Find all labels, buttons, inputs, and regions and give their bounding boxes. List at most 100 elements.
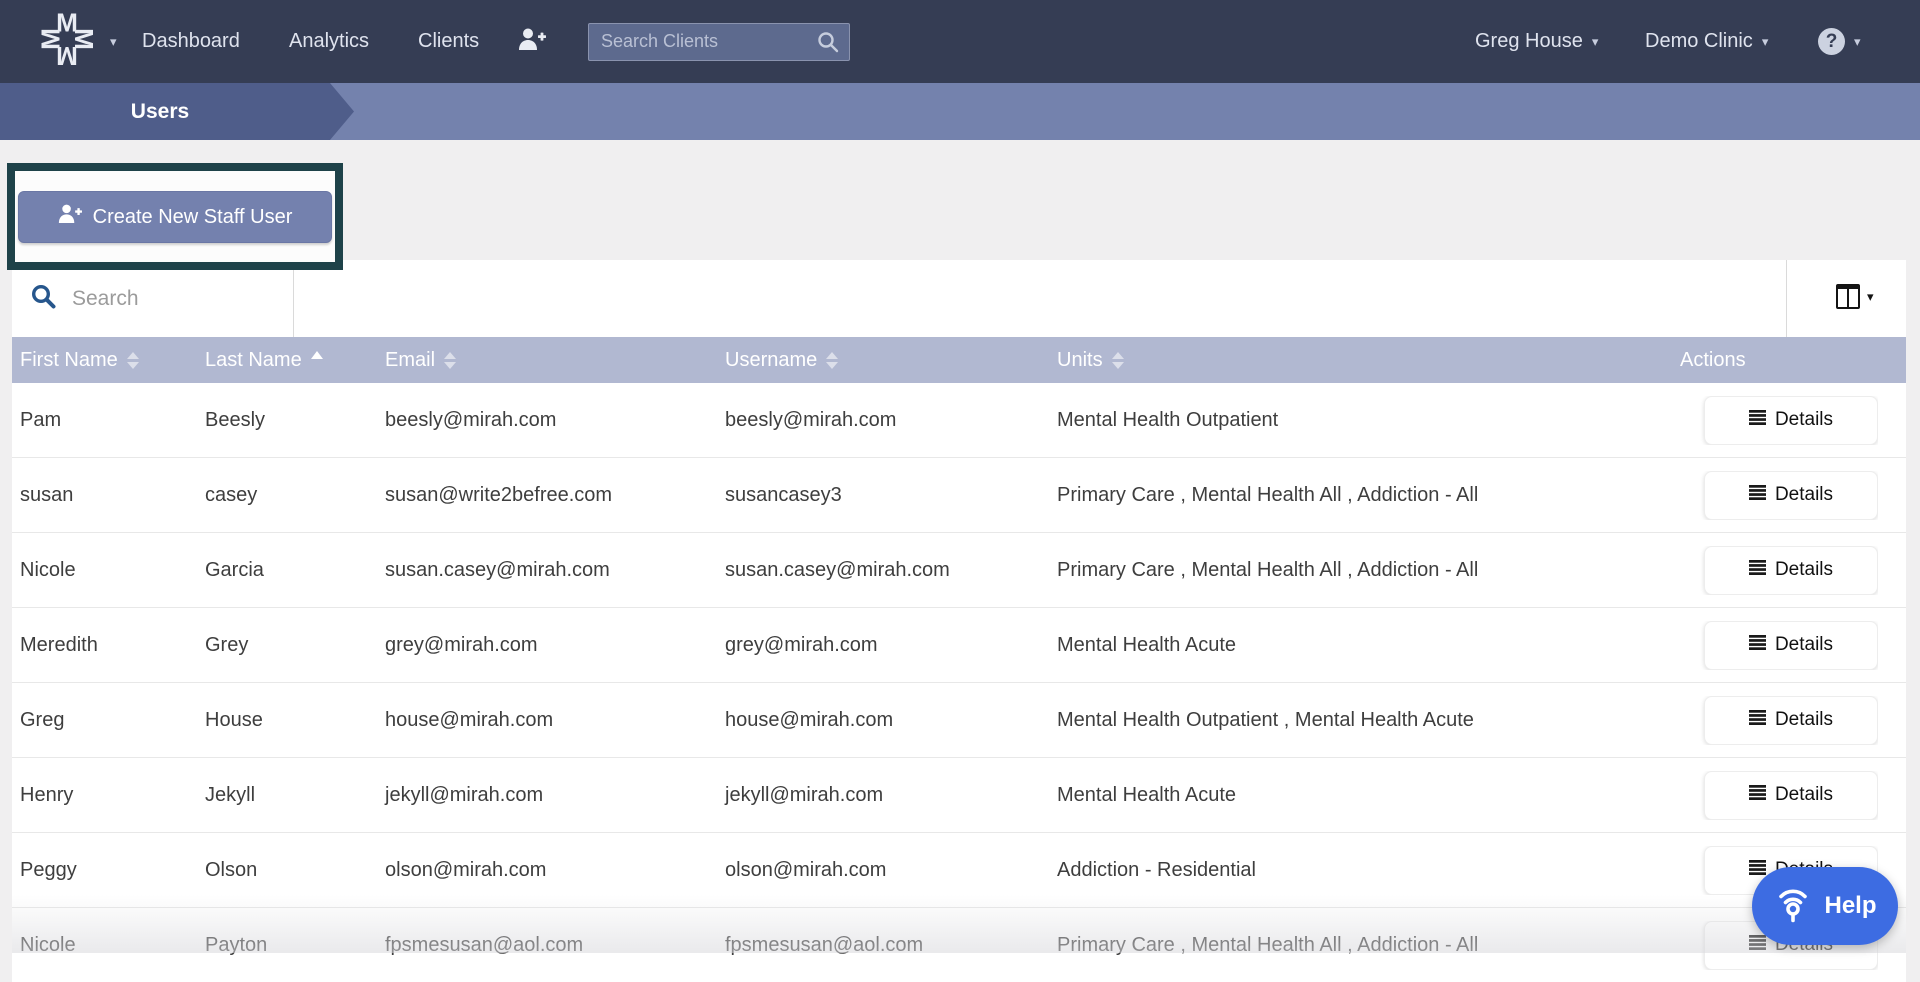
details-label: Details <box>1775 409 1833 431</box>
list-icon <box>1749 409 1766 431</box>
cell-actions: Details <box>1672 696 1878 745</box>
clinic-menu[interactable]: Demo Clinic ▾ <box>1645 0 1768 83</box>
nav-item-clients[interactable]: Clients <box>418 0 479 83</box>
sort-icon <box>444 352 456 369</box>
column-label: Units <box>1057 349 1103 372</box>
cell-first: susan <box>12 484 197 507</box>
question-mark-icon: ? <box>1818 28 1845 55</box>
cell-email: susan@write2befree.com <box>377 484 717 507</box>
cell-units: Primary Care , Mental Health All , Addic… <box>1049 484 1672 507</box>
cell-last: House <box>197 709 377 732</box>
column-header-email[interactable]: Email <box>377 349 717 372</box>
chevron-down-icon: ▾ <box>1867 289 1874 305</box>
cell-last: Olson <box>197 859 377 882</box>
column-label: Last Name <box>205 349 302 372</box>
table-row: susancaseysusan@write2befree.comsusancas… <box>12 457 1906 532</box>
cell-email: olson@mirah.com <box>377 859 717 882</box>
nav-item-dashboard[interactable]: Dashboard <box>142 0 240 83</box>
top-navbar: M M M M ▾ Dashboard Analytics Clients <box>0 0 1920 83</box>
cell-last: casey <box>197 484 377 507</box>
cell-units: Mental Health Outpatient <box>1049 409 1672 432</box>
table-search-input[interactable] <box>70 286 274 312</box>
cell-username: house@mirah.com <box>717 709 1049 732</box>
cell-actions: Details <box>1672 771 1878 820</box>
cell-username: fpsmesusan@aol.com <box>717 934 1049 957</box>
table-row: PeggyOlsonolson@mirah.comolson@mirah.com… <box>12 832 1906 907</box>
details-button[interactable]: Details <box>1704 621 1878 670</box>
cell-username: susan.casey@mirah.com <box>717 559 1049 582</box>
columns-icon <box>1836 284 1860 309</box>
column-header-username[interactable]: Username <box>717 349 1049 372</box>
toolbar-divider <box>293 260 294 337</box>
cell-last: Jekyll <box>197 784 377 807</box>
cell-username: grey@mirah.com <box>717 634 1049 657</box>
cell-first: Pam <box>12 409 197 432</box>
create-staff-user-button[interactable]: Create New Staff User <box>18 191 332 243</box>
details-button[interactable]: Details <box>1704 396 1878 445</box>
table-search <box>30 260 274 337</box>
user-menu[interactable]: Greg House ▾ <box>1475 0 1598 83</box>
help-menu[interactable]: ? ▾ <box>1818 0 1861 83</box>
search-icon[interactable] <box>816 30 840 59</box>
details-button[interactable]: Details <box>1704 546 1878 595</box>
table-row: NicoleGarciasusan.casey@mirah.comsusan.c… <box>12 532 1906 607</box>
brand-menu[interactable]: M M M M ▾ <box>36 0 117 83</box>
cell-username: jekyll@mirah.com <box>717 784 1049 807</box>
chevron-down-icon: ▾ <box>1854 34 1861 50</box>
column-header-last-name[interactable]: Last Name <box>197 349 377 372</box>
help-button-label: Help <box>1824 892 1876 920</box>
help-button[interactable]: Help <box>1752 867 1898 945</box>
chevron-down-icon: ▾ <box>1592 34 1599 50</box>
list-icon <box>1749 484 1766 506</box>
add-client-button[interactable] <box>518 0 546 83</box>
cell-email: grey@mirah.com <box>377 634 717 657</box>
sort-asc-icon <box>311 351 323 369</box>
cell-last: Grey <box>197 634 377 657</box>
column-label: Actions <box>1680 349 1746 372</box>
svg-text:M: M <box>36 28 65 50</box>
cell-units: Mental Health Outpatient , Mental Health… <box>1049 709 1672 732</box>
table-toolbar: ▾ <box>12 260 1906 337</box>
table-row: PamBeeslybeesly@mirah.combeesly@mirah.co… <box>12 383 1906 457</box>
person-add-icon <box>518 28 546 56</box>
cell-actions: Details <box>1672 546 1878 595</box>
cell-last: Payton <box>197 934 377 957</box>
cell-username: susancasey3 <box>717 484 1049 507</box>
details-button[interactable]: Details <box>1704 771 1878 820</box>
cell-username: beesly@mirah.com <box>717 409 1049 432</box>
cell-units: Addiction - Residential <box>1049 859 1672 882</box>
toolbar-divider <box>1786 260 1787 337</box>
column-picker-button[interactable]: ▾ <box>1836 284 1874 309</box>
details-label: Details <box>1775 559 1833 581</box>
tab-users[interactable]: Users <box>0 83 354 140</box>
breadcrumb-bar: Users <box>0 83 1920 140</box>
column-label: Email <box>385 349 435 372</box>
column-header-actions: Actions <box>1672 349 1906 372</box>
create-user-highlight-box: Create New Staff User <box>7 163 343 270</box>
table-body: PamBeeslybeesly@mirah.combeesly@mirah.co… <box>12 383 1906 982</box>
search-icon <box>30 283 57 315</box>
cell-first: Meredith <box>12 634 197 657</box>
cell-last: Garcia <box>197 559 377 582</box>
cell-last: Beesly <box>197 409 377 432</box>
column-label: First Name <box>20 349 118 372</box>
sort-icon <box>826 352 838 369</box>
details-button[interactable]: Details <box>1704 471 1878 520</box>
list-icon <box>1749 784 1766 806</box>
nav-item-analytics[interactable]: Analytics <box>289 0 369 83</box>
cell-first: Greg <box>12 709 197 732</box>
details-label: Details <box>1775 709 1833 731</box>
details-button[interactable]: Details <box>1704 696 1878 745</box>
column-header-first-name[interactable]: First Name <box>12 349 197 372</box>
details-label: Details <box>1775 634 1833 656</box>
details-label: Details <box>1775 484 1833 506</box>
cell-first: Peggy <box>12 859 197 882</box>
cell-units: Primary Care , Mental Health All , Addic… <box>1049 559 1672 582</box>
cell-first: Nicole <box>12 934 197 957</box>
person-add-icon <box>58 204 82 230</box>
column-header-units[interactable]: Units <box>1049 349 1672 372</box>
client-search-input[interactable] <box>588 23 850 61</box>
beacon-icon <box>1773 883 1813 930</box>
cell-email: beesly@mirah.com <box>377 409 717 432</box>
cell-email: fpsmesusan@aol.com <box>377 934 717 957</box>
